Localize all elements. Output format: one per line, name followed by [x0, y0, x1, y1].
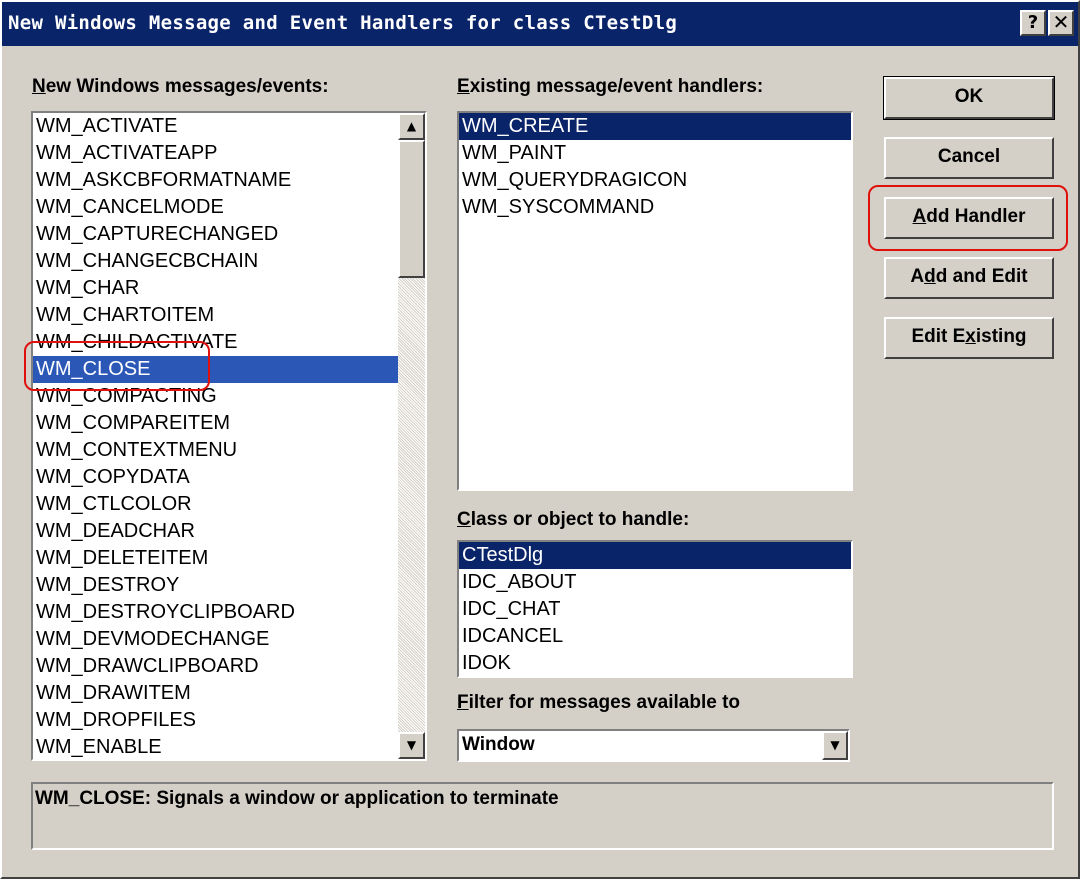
- message-list-item[interactable]: WM_ACTIVATE: [33, 113, 425, 140]
- scroll-up-button[interactable]: ▲: [398, 113, 425, 140]
- class-list-item[interactable]: IDC_ABOUT: [459, 569, 851, 596]
- handler-list-item[interactable]: WM_QUERYDRAGICON: [459, 167, 851, 194]
- scroll-down-button[interactable]: ▼: [398, 732, 425, 759]
- class-list-item[interactable]: CTestDlg: [459, 542, 851, 569]
- message-list-item[interactable]: WM_CHARTOITEM: [33, 302, 425, 329]
- handler-list-item[interactable]: WM_SYSCOMMAND: [459, 194, 851, 221]
- filter-value: Window: [462, 734, 535, 755]
- scroll-thumb[interactable]: [398, 140, 425, 278]
- message-list-item[interactable]: WM_CONTEXTMENU: [33, 437, 425, 464]
- help-icon: ?: [1027, 12, 1039, 33]
- messages-label: New Windows messages/events:: [32, 76, 329, 97]
- dialog-window: New Windows Message and Event Handlers f…: [0, 0, 1080, 879]
- message-list-item[interactable]: WM_DEADCHAR: [33, 518, 425, 545]
- add-handler-button[interactable]: Add Handler: [884, 197, 1054, 239]
- message-list-item[interactable]: WM_COPYDATA: [33, 464, 425, 491]
- message-list-item[interactable]: WM_CLOSE: [33, 356, 425, 383]
- message-list-item[interactable]: WM_DRAWITEM: [33, 680, 425, 707]
- message-list-item[interactable]: WM_DEVMODECHANGE: [33, 626, 425, 653]
- ok-label: OK: [954, 86, 984, 107]
- messages-scrollbar[interactable]: ▲ ▼: [398, 113, 425, 759]
- message-list-item[interactable]: WM_COMPAREITEM: [33, 410, 425, 437]
- edit-existing-button[interactable]: Edit Existing: [884, 317, 1054, 359]
- close-icon: ✕: [1052, 10, 1070, 34]
- messages-items: WM_ACTIVATE WM_ACTIVATEAPP WM_ASKCBFORMATN…: [33, 113, 425, 759]
- message-list-item[interactable]: WM_DESTROYCLIPBOARD: [33, 599, 425, 626]
- cancel-button[interactable]: Cancel: [884, 137, 1054, 179]
- description-box: WM_CLOSE: Signals a window or applicatio…: [31, 782, 1054, 850]
- existing-items: WM_CREATE WM_PAINT WM_QUERYDRAGICON WM_SYSC…: [459, 113, 851, 221]
- message-list-item[interactable]: WM_DELETEITEM: [33, 545, 425, 572]
- message-list-item[interactable]: WM_CTLCOLOR: [33, 491, 425, 518]
- class-listbox[interactable]: CTestDlg IDC_ABOUT IDC_CHAT IDCANCEL IDOK: [457, 540, 853, 678]
- existing-label: Existing message/event handlers:: [457, 76, 764, 97]
- help-button[interactable]: ?: [1020, 10, 1046, 36]
- filter-combobox[interactable]: Window ▼: [457, 729, 850, 762]
- chevron-down-icon: ▼: [830, 738, 840, 752]
- message-list-item[interactable]: WM_CHAR: [33, 275, 425, 302]
- messages-listbox[interactable]: WM_ACTIVATE WM_ACTIVATEAPP WM_ASKCBFORMATN…: [31, 111, 427, 761]
- ok-button[interactable]: OK: [883, 76, 1055, 120]
- window-title: New Windows Message and Event Handlers f…: [8, 12, 678, 34]
- filter-label: Filter for messages available to: [457, 692, 741, 713]
- close-button[interactable]: ✕: [1048, 10, 1074, 36]
- filter-dropdown-button[interactable]: ▼: [822, 731, 848, 760]
- class-label: Class or object to handle:: [457, 509, 690, 530]
- class-list-item[interactable]: IDC_CHAT: [459, 596, 851, 623]
- message-list-item[interactable]: WM_CHANGECBCHAIN: [33, 248, 425, 275]
- class-list-item[interactable]: IDCANCEL: [459, 623, 851, 650]
- message-list-item[interactable]: WM_COMPACTING: [33, 383, 425, 410]
- existing-listbox[interactable]: WM_CREATE WM_PAINT WM_QUERYDRAGICON WM_SYSC…: [457, 111, 853, 491]
- message-list-item[interactable]: WM_CAPTURECHANGED: [33, 221, 425, 248]
- add-and-edit-button[interactable]: Add and Edit: [884, 257, 1054, 299]
- handler-list-item[interactable]: WM_PAINT: [459, 140, 851, 167]
- handler-list-item[interactable]: WM_CREATE: [459, 113, 851, 140]
- class-list-item[interactable]: IDOK: [459, 650, 851, 676]
- message-list-item[interactable]: WM_DESTROY: [33, 572, 425, 599]
- message-list-item[interactable]: WM_ACTIVATEAPP: [33, 140, 425, 167]
- message-list-item[interactable]: WM_ASKCBFORMATNAME: [33, 167, 425, 194]
- cancel-label: Cancel: [937, 146, 1001, 167]
- message-list-item[interactable]: WM_CHILDACTIVATE: [33, 329, 425, 356]
- scroll-up-icon: ▲: [406, 119, 417, 133]
- message-list-item[interactable]: WM_CANCELMODE: [33, 194, 425, 221]
- message-list-item[interactable]: WM_DRAWCLIPBOARD: [33, 653, 425, 680]
- description-text: WM_CLOSE: Signals a window or applicatio…: [35, 788, 559, 809]
- message-list-item[interactable]: WM_DROPFILES: [33, 707, 425, 734]
- scroll-down-icon: ▼: [406, 738, 417, 752]
- class-items: CTestDlg IDC_ABOUT IDC_CHAT IDCANCEL IDOK: [459, 542, 851, 676]
- message-list-item[interactable]: WM_ENABLE: [33, 734, 425, 759]
- title-bar[interactable]: New Windows Message and Event Handlers f…: [2, 2, 1078, 46]
